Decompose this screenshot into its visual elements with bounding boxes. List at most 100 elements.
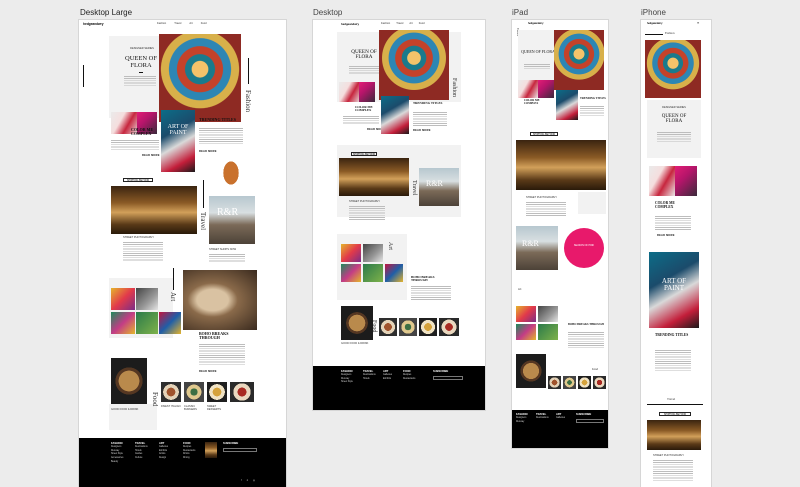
boho-title[interactable]: BOHO BREAKS THROUGH [568,323,604,327]
food-thumb-4[interactable] [439,318,459,336]
color-title[interactable]: COLOR ME COMPLEX [655,201,691,210]
food-hero-image[interactable] [516,354,546,388]
nav-food[interactable]: Food [419,22,425,25]
art-grid-2[interactable] [363,244,383,262]
hero-title[interactable]: QUEEN OF FLORA [117,55,165,69]
rr-title[interactable]: R&R [426,180,443,188]
boho-image[interactable] [183,270,257,330]
food-caption-3[interactable]: SWEET DESSERTS [207,405,227,411]
footer-subscribe-input[interactable] [223,448,257,452]
boho-title[interactable]: BOHO BREAKS THROUGH [411,275,445,283]
site-logo[interactable]: hedgeandwry [647,22,662,25]
food-thumb-1[interactable] [379,318,397,336]
travel-button[interactable]: SHIPPING BEYOND [530,132,558,136]
street-caption[interactable]: STREET PHOTOGRAPHY [349,200,380,203]
site-logo[interactable]: hedgeandwry [341,22,359,26]
trending-title[interactable]: TRENDING TITLES [580,97,606,101]
food-thumb-2[interactable] [563,376,576,389]
lips-image[interactable] [649,166,675,196]
food-hero-image[interactable] [341,306,373,340]
hero-image[interactable] [645,40,701,98]
art-image[interactable] [556,90,578,120]
travel-button[interactable]: SHIPPING BEYOND [659,412,691,416]
art-image[interactable] [381,96,409,134]
trending-read-more[interactable]: READ MORE [413,129,431,132]
trending-read-more[interactable]: READ MORE [199,150,217,153]
rr-image[interactable] [209,196,255,244]
art-grid-3[interactable] [516,324,536,340]
hero-title[interactable]: QUEEN OF FLORA [653,114,695,124]
boho-title[interactable]: BOHO BREAKS THROUGH [199,331,239,340]
color-title[interactable]: COLOR ME COMPLEX [355,105,381,113]
street-caption[interactable]: STREET PHOTOGRAPHY [123,236,154,239]
art-grid-3[interactable] [341,264,361,282]
hero-title[interactable]: QUEEN OF FLORA [520,50,556,54]
hero-image[interactable] [554,30,604,90]
footer-social-icons[interactable]: f ✦ ◎ [241,480,257,484]
bag-image[interactable] [219,155,243,185]
menu-icon[interactable]: ☰ [697,22,699,25]
food-caption-main[interactable]: GOOD FOOD & DRINK [111,408,151,411]
boho-read-more[interactable]: READ MORE [199,370,217,373]
nav-art[interactable]: Art [409,22,412,25]
nav-travel[interactable]: Travel [396,22,403,25]
art-grid-2[interactable] [136,288,158,310]
lips-image[interactable] [339,82,361,102]
lips-image[interactable] [518,80,538,98]
site-logo[interactable]: hedgeandwry [83,22,104,26]
food-thumb-1[interactable] [548,376,561,389]
cathedral-image[interactable] [339,158,409,196]
art-grid-5[interactable] [385,264,403,282]
food-thumb-4[interactable] [593,376,606,389]
hero-image[interactable] [159,34,241,122]
art-grid-4[interactable] [363,264,383,282]
nav-food[interactable]: Food [201,22,207,25]
food-thumb-2[interactable] [184,382,204,402]
trending-title[interactable]: TRENDING TITLES [413,101,442,105]
site-logo[interactable]: hedgeandwry [528,22,543,25]
color-title[interactable]: COLOR ME COMPLEX [524,99,554,106]
nav-fashion[interactable]: Fashion [381,22,390,25]
pink-image[interactable] [675,166,697,196]
food-thumb-1[interactable] [161,382,181,402]
nav-fashion[interactable]: Fashion [157,22,166,25]
art-grid-3[interactable] [111,312,135,334]
footer-magazine-cover[interactable] [205,442,217,458]
art-grid-4[interactable] [136,312,158,334]
trending-title[interactable]: TRENDING TITLES [199,117,236,122]
food-caption-1[interactable]: FINEST ITALIAN [161,405,181,408]
rr-title[interactable]: R&R [217,208,238,218]
footer-subscribe-input[interactable] [433,376,463,380]
rr-caption[interactable]: STREET SHOPS NOW [209,248,236,251]
art-grid-4[interactable] [538,324,558,340]
cathedral-image[interactable] [516,140,606,190]
art-title[interactable]: ART OF PAINT [653,278,695,292]
color-read-more[interactable]: READ MORE [657,234,675,237]
trending-title[interactable]: TRENDING TITLES [655,333,691,338]
pink-image[interactable] [538,80,554,98]
rr-image[interactable] [516,226,558,270]
art-image[interactable] [161,110,195,172]
hero-image[interactable] [379,30,449,100]
cathedral-image[interactable] [111,186,197,234]
street-caption[interactable]: STREET PHOTOGRAPHY [526,196,557,199]
travel-button[interactable]: SHIPPING BEYOND [123,178,153,182]
food-hero-image[interactable] [111,358,147,404]
food-thumb-3[interactable] [419,318,437,336]
food-caption-2[interactable]: CLASSIC BURGERS [184,405,204,411]
pink-image[interactable] [359,82,375,102]
nav-travel[interactable]: Travel [174,22,181,25]
nav-art[interactable]: Art [189,22,192,25]
pink-circle-badge[interactable] [564,228,604,268]
art-grid-1[interactable] [516,306,536,322]
hero-title[interactable]: QUEEN OF FLORA [345,49,383,60]
art-grid-5[interactable] [159,312,181,334]
footer-subscribe-input[interactable] [576,419,604,423]
rr-title[interactable]: R&R [522,240,539,248]
art-grid-1[interactable] [341,244,361,262]
food-thumb-3[interactable] [207,382,227,402]
color-read-more[interactable]: READ MORE [142,154,160,157]
art-grid-1[interactable] [111,288,135,310]
color-title[interactable]: COLOR ME COMPLEX [131,127,161,136]
food-thumb-3[interactable] [578,376,591,389]
